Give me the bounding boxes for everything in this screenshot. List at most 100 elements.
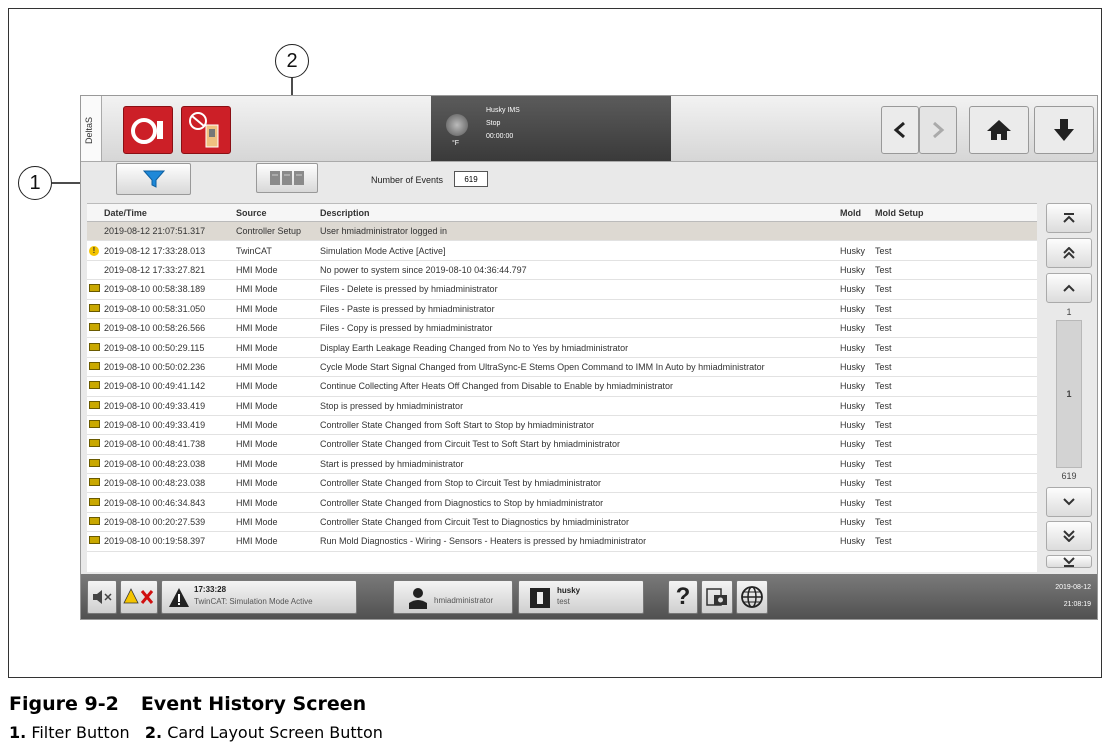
cell-description: Files - Copy is pressed by hmiadministra… (317, 318, 837, 339)
hmi-mode-icon (88, 536, 100, 545)
help-button[interactable]: ? (668, 580, 698, 614)
mold-setup-button[interactable]: husky test (518, 580, 644, 614)
globe-icon (741, 586, 763, 608)
alarm-acknowledge-button[interactable] (120, 580, 158, 614)
cell-datetime: 2019-08-10 00:49:33.419 (101, 415, 233, 436)
hmi-mode-icon (88, 517, 100, 526)
top-bar: DeltaS °F Husky IMS Stop 00:00:00 (81, 96, 1097, 162)
table-row[interactable]: 2019-08-10 00:49:33.419 HMI Mode Stop is p… (87, 396, 1037, 416)
cell-mold: Husky (837, 473, 872, 494)
cell-source: TwinCAT (233, 240, 317, 261)
back-button[interactable] (881, 106, 919, 154)
side-tab[interactable]: DeltaS (81, 96, 102, 161)
user-button[interactable]: hmiadministrator (393, 580, 513, 614)
home-button[interactable] (969, 106, 1029, 154)
cell-description: Controller State Changed from Circuit Te… (317, 512, 837, 533)
language-button[interactable] (736, 580, 768, 614)
cell-mold-setup: Test (872, 492, 937, 513)
column-header-mold[interactable]: Mold (837, 204, 872, 222)
table-row[interactable]: 2019-08-10 00:49:41.142 HMI Mode Continue … (87, 376, 1037, 397)
cell-source: HMI Mode (233, 299, 317, 319)
table-row[interactable]: 2019-08-10 00:46:34.843 HMI Mode Controlle… (87, 492, 1037, 513)
cell-datetime: 2019-08-10 00:48:23.038 (101, 454, 233, 475)
cell-mold: Husky (837, 260, 872, 281)
cell-mold-setup: Test (872, 454, 937, 475)
column-header-source[interactable]: Source (233, 204, 317, 222)
table-row[interactable]: 2019-08-10 00:48:41.738 HMI Mode Controlle… (87, 434, 1037, 455)
bottom-bar: 17:33:28 TwinCAT: Simulation Mode Active… (81, 574, 1097, 619)
screenshot-button[interactable] (701, 580, 733, 614)
table-row[interactable]: 2019-08-10 00:58:38.189 HMI Mode Files - D… (87, 279, 1037, 300)
table-row[interactable]: 2019-08-10 00:50:02.236 HMI Mode Cycle Mod… (87, 357, 1037, 378)
table-row[interactable]: 2019-08-10 00:58:31.050 HMI Mode Files - P… (87, 299, 1037, 319)
cell-mold (837, 221, 872, 242)
cell-datetime: 2019-08-10 00:20:27.539 (101, 512, 233, 533)
card-layout-button[interactable] (256, 163, 318, 193)
cell-source: HMI Mode (233, 454, 317, 475)
cell-source: HMI Mode (233, 376, 317, 397)
table-row[interactable]: 2019-08-10 00:48:23.038 HMI Mode Controlle… (87, 473, 1037, 494)
legend-num-1: 1. (9, 723, 27, 742)
stop-circle-icon (131, 118, 163, 144)
prohibited-device-icon (189, 112, 219, 148)
alarm-text: TwinCAT: Simulation Mode Active (194, 597, 313, 606)
events-count-value: 619 (454, 171, 488, 187)
cell-datetime: 2019-08-10 00:58:26.566 (101, 318, 233, 339)
cell-description: Files - Delete is pressed by hmiadminist… (317, 279, 837, 300)
column-header-datetime[interactable]: Date/Time (101, 204, 233, 222)
down-button[interactable] (1034, 106, 1094, 154)
cell-mold: Husky (837, 357, 872, 378)
scroll-page-down-button[interactable] (1046, 521, 1092, 551)
filter-button[interactable] (116, 163, 191, 195)
cell-description: Run Mold Diagnostics - Wiring - Sensors … (317, 531, 837, 552)
table-row[interactable]: 2019-08-10 00:50:29.115 HMI Mode Display E… (87, 337, 1037, 358)
cell-source: HMI Mode (233, 473, 317, 494)
mute-button[interactable] (87, 580, 117, 614)
legend-text-1: Filter Button (31, 723, 130, 742)
cell-mold-setup: Test (872, 531, 937, 552)
controller-off-button[interactable] (181, 106, 231, 154)
table-row[interactable]: 2019-08-10 00:48:23.038 HMI Mode Start is … (87, 454, 1037, 475)
table-row[interactable]: 2019-08-10 00:49:33.419 HMI Mode Controlle… (87, 415, 1037, 436)
scroll-last-button[interactable] (1046, 555, 1092, 568)
cell-source: HMI Mode (233, 434, 317, 455)
cell-mold-setup: Test (872, 376, 937, 397)
pager: 1 1 619 (1046, 203, 1092, 568)
alarm-stop-button[interactable] (123, 106, 173, 154)
status-line-timer: 00:00:00 (486, 133, 514, 140)
pager-current-number: 1 (1066, 389, 1072, 399)
cell-description: Start is pressed by hmiadministrator (317, 454, 837, 475)
hmi-mode-icon (88, 420, 100, 429)
forward-button[interactable] (919, 106, 957, 154)
cell-mold-setup: Test (872, 299, 937, 319)
scroll-down-button[interactable] (1046, 487, 1092, 517)
hmi-mode-icon (88, 497, 100, 506)
table-row[interactable]: 2019-08-10 00:58:26.566 HMI Mode Files - C… (87, 318, 1037, 339)
scroll-up-button[interactable] (1046, 273, 1092, 303)
table-row[interactable]: ! 2019-08-12 17:33:28.013 TwinCAT Simulatio… (87, 240, 1037, 261)
footer-time: 21:08:19 (1063, 601, 1091, 608)
double-up-bar-icon (1063, 213, 1075, 223)
table-row[interactable]: 2019-08-10 00:19:58.397 HMI Mode Run Mold … (87, 531, 1037, 552)
scroll-page-up-button[interactable] (1046, 238, 1092, 268)
cell-datetime: 2019-08-10 00:19:58.397 (101, 531, 233, 552)
column-header-description[interactable]: Description (317, 204, 837, 222)
warning-clear-icon (123, 588, 154, 604)
table-row[interactable]: 2019-08-10 00:20:27.539 HMI Mode Controlle… (87, 512, 1037, 533)
table-row[interactable]: 2019-08-12 21:07:51.317 Controller Setup U… (87, 221, 1037, 242)
cell-mold: Husky (837, 434, 872, 455)
card-layout-icon (270, 171, 304, 185)
hmi-screen: DeltaS °F Husky IMS Stop 00:00:00 Number… (80, 95, 1098, 620)
cell-mold: Husky (837, 299, 872, 319)
hmi-mode-icon (88, 478, 100, 487)
mold-name: husky (557, 586, 581, 595)
scroll-first-button[interactable] (1046, 203, 1092, 233)
column-header-mold-setup[interactable]: Mold Setup (872, 204, 937, 222)
cell-mold: Husky (837, 279, 872, 300)
table-row[interactable]: 2019-08-12 17:33:27.821 HMI Mode No power … (87, 260, 1037, 281)
status-line-state: Stop (486, 120, 501, 127)
active-alarm-banner[interactable]: 17:33:28 TwinCAT: Simulation Mode Active (161, 580, 357, 614)
pager-bottom-number: 619 (1061, 471, 1077, 481)
cell-mold: Husky (837, 454, 872, 475)
status-line-name: Husky IMS (486, 107, 520, 114)
